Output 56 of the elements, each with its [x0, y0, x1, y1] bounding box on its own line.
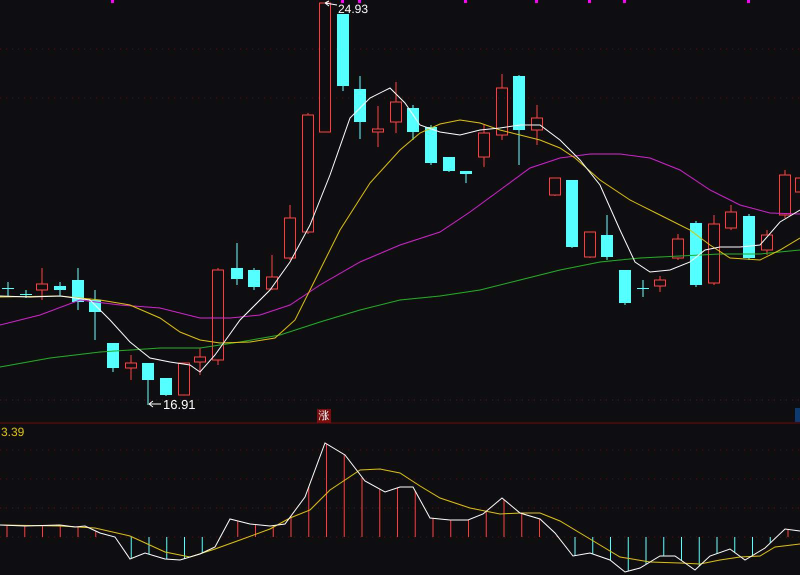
candlestick — [20, 290, 32, 298]
candlestick — [248, 268, 260, 290]
candlestick — [231, 242, 243, 286]
candlestick — [36, 268, 48, 300]
candlestick — [72, 268, 84, 310]
candlestick — [601, 214, 613, 260]
candlestick — [795, 178, 800, 192]
candlestick — [2, 282, 14, 296]
candlestick — [584, 232, 596, 258]
candlestick — [549, 178, 561, 196]
candlestick — [89, 290, 101, 340]
signal-mark-icon — [341, 0, 344, 3]
signal-mark-icon — [464, 0, 467, 3]
signal-mark-icon — [111, 0, 114, 3]
candlestick — [443, 156, 455, 172]
candlestick — [284, 204, 296, 260]
arrow-icon — [324, 0, 338, 6]
candlestick — [460, 170, 472, 184]
candlestick — [743, 214, 755, 260]
low-price-label: 16.91 — [163, 398, 196, 411]
candlestick — [566, 180, 578, 248]
candlestick — [266, 254, 278, 290]
arrow-icon — [148, 400, 162, 408]
candlestick — [478, 124, 490, 168]
candlestick — [425, 124, 437, 166]
signal-mark-icon — [535, 0, 538, 3]
candlestick — [779, 170, 791, 218]
candlestick — [390, 82, 402, 134]
event-marker[interactable]: 涨 — [317, 409, 331, 423]
candlestick — [194, 348, 206, 376]
signal-mark-icon — [623, 0, 626, 3]
candlestick — [672, 234, 684, 260]
candlestick — [708, 214, 720, 286]
signal-mark-icon — [747, 0, 750, 3]
candlestick — [531, 104, 543, 146]
candlestick — [107, 342, 119, 372]
candlestick — [160, 378, 172, 396]
candlestick — [125, 354, 137, 380]
candlestick — [407, 104, 419, 140]
signal-mark-icon — [588, 0, 591, 3]
candlestick — [637, 280, 649, 298]
candlestick — [54, 282, 66, 296]
candlestick — [690, 220, 702, 288]
candlestick — [178, 362, 190, 396]
high-price-label: 24.93 — [338, 3, 368, 15]
candlestick — [372, 106, 384, 148]
macd-value-label: 3.39 — [1, 426, 24, 438]
candlestick — [354, 76, 366, 140]
signal-mark-icon — [358, 0, 361, 3]
candlestick — [654, 276, 666, 292]
candlestick — [761, 230, 773, 256]
candlestick — [619, 270, 631, 306]
candlestick — [725, 204, 737, 230]
candlestick — [496, 74, 508, 140]
event-marker-icon[interactable] — [795, 408, 800, 422]
candlestick — [142, 362, 154, 406]
